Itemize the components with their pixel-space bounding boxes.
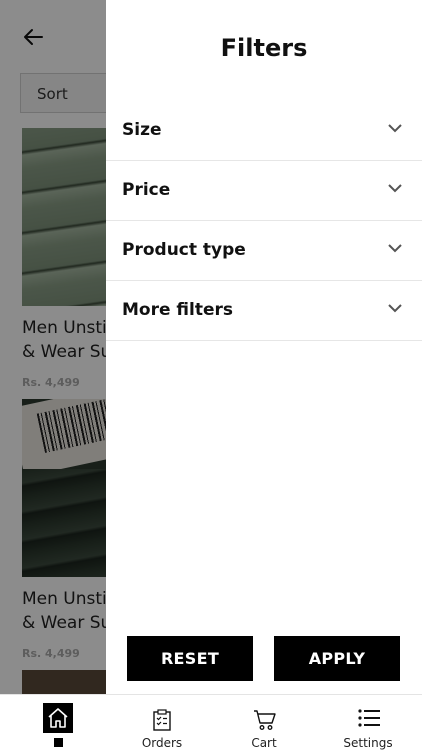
filter-label: Size: [122, 120, 162, 140]
home-icon: [48, 708, 68, 728]
bottom-nav: Orders Cart Settings: [0, 694, 422, 750]
filter-label: More filters: [122, 300, 234, 320]
filter-row-price[interactable]: Price: [106, 161, 422, 221]
chevron-down-icon: [388, 124, 402, 133]
nav-item-orders[interactable]: Orders: [109, 695, 215, 750]
nav-item-cart[interactable]: Cart: [211, 695, 317, 750]
settings-list-icon: [358, 709, 380, 727]
orders-icon: [153, 709, 171, 731]
nav-item-settings[interactable]: Settings: [315, 695, 421, 750]
home-icon-box: [43, 703, 73, 733]
filter-label: Product type: [122, 240, 246, 260]
nav-label: Settings: [343, 736, 393, 750]
reset-button[interactable]: RESET: [127, 636, 253, 681]
nav-label: Orders: [141, 736, 183, 750]
chevron-down-icon: [388, 244, 402, 253]
filter-label: Price: [122, 180, 171, 200]
filters-drawer: Filters Size Price Product type More fil…: [106, 0, 422, 694]
filter-row-product-type[interactable]: Product type: [106, 221, 422, 281]
dim-overlay[interactable]: [0, 0, 106, 694]
filter-row-more-filters[interactable]: More filters: [106, 281, 422, 341]
chevron-down-icon: [388, 304, 402, 313]
cart-icon: [254, 710, 276, 730]
filter-row-size[interactable]: Size: [106, 101, 422, 161]
active-indicator: [54, 738, 63, 747]
apply-button[interactable]: APPLY: [274, 636, 400, 681]
chevron-down-icon: [388, 184, 402, 193]
nav-item-home[interactable]: [0, 695, 106, 750]
drawer-title: Filters: [220, 34, 308, 62]
nav-label: Cart: [251, 736, 277, 750]
